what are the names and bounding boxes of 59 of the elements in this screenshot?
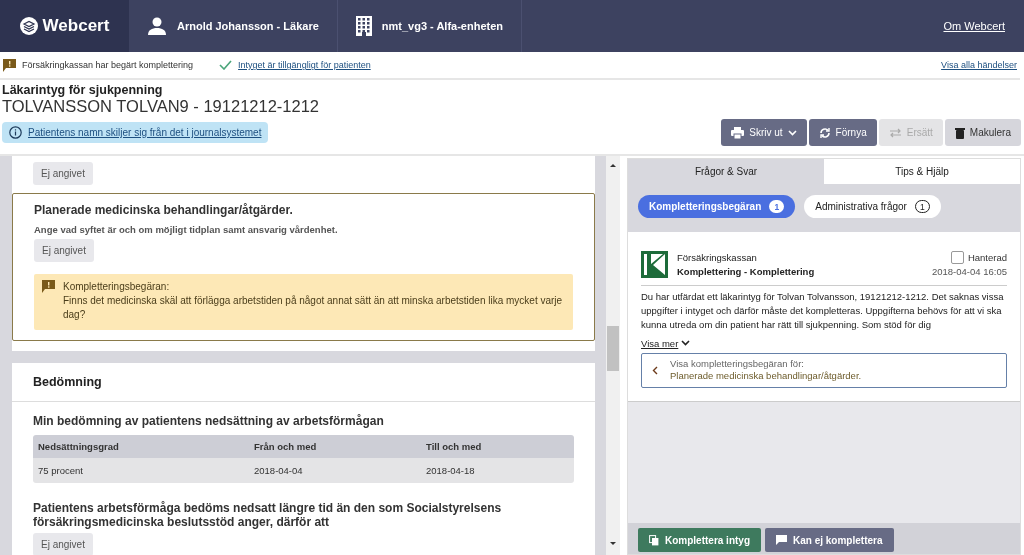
comment-icon xyxy=(776,535,787,545)
message-body: Du har utfärdat ett läkarintyg för Tolvan Tolvansson, 19121212-1212. Det saknas vissa uppgifter i intyget och därför måste det kompletteras. Uppgifterna behövs för att vi ska kunna utreda om din patient har rätt till sjukpenning. Som stöd för dig xyxy=(641,289,1005,332)
column-header: Till och med xyxy=(421,435,574,458)
user-name: Arnold Johansson - Läkare xyxy=(177,20,319,32)
question-hint: Ange vad syftet är och om möjligt tidplan samt ansvarig vårdenhet. xyxy=(34,224,339,235)
renew-button[interactable]: Förnya xyxy=(808,119,877,146)
question-title: Patientens arbetsförmåga bedöms nedsatt längre tid än den som Socialstyrelsens försäkringsmedicinska beslutsstöd anger, därför att xyxy=(33,501,503,529)
about-link[interactable]: Om Webcert xyxy=(943,20,1005,32)
scrollbar[interactable] xyxy=(606,156,620,555)
copy-icon xyxy=(649,534,659,546)
answer-value: Ej angivet xyxy=(33,533,93,555)
refresh-icon xyxy=(818,126,831,139)
table-cell: 2018-04-18 xyxy=(421,458,574,483)
swap-arrows-icon xyxy=(888,127,902,138)
sender-logo-icon xyxy=(641,251,668,278)
table-title: Min bedömning av patientens nedsättning av arbetsförmågan xyxy=(33,414,385,428)
discard-button[interactable]: Makulera xyxy=(944,119,1021,146)
trash-icon xyxy=(954,126,965,139)
all-events-link[interactable]: Visa alla händelser xyxy=(941,60,1017,70)
sender-name: Försäkringskassan xyxy=(677,251,758,265)
column-header: Nedsättningsgrad xyxy=(33,435,249,458)
chevron-left-icon xyxy=(652,365,658,375)
checkbox-label: Hanterad xyxy=(967,252,1007,263)
user-icon xyxy=(147,17,167,35)
request-reference-link[interactable]: Visa kompletteringsbegäran för: Planerade medicinska behandlingar/åtgärder. xyxy=(641,352,1007,389)
cannot-complement-button[interactable]: Kan ej komplettera xyxy=(765,528,894,552)
answer-value: Ej angivet xyxy=(34,239,94,262)
filter-pill[interactable]: Administrativa frågor 1 xyxy=(804,195,941,218)
printer-icon xyxy=(731,126,745,139)
complement-button[interactable]: Komplettera intyg xyxy=(638,528,761,552)
message-subject: Komplettering - Komplettering xyxy=(677,264,816,279)
handled-checkbox[interactable] xyxy=(950,251,964,264)
caret-icon xyxy=(681,340,691,347)
filter-pill[interactable]: Kompletteringsbegäran 1 xyxy=(638,195,796,218)
patient-name: TOLVANSSON TOLVAN9 - 19121212-1212 xyxy=(2,97,321,116)
unit-name: nmt_vg3 - Alfa-enheten xyxy=(381,20,504,32)
tab[interactable]: Tips & Hjälp xyxy=(824,159,1020,184)
table-cell: 75 procent xyxy=(33,458,249,483)
question-title: Planerade medicinska behandlingar/åtgärder. xyxy=(34,203,294,217)
answer-value: Ej angivet xyxy=(33,162,93,185)
event-text: Försäkringkassan har begärt komplettering xyxy=(22,60,194,70)
section-title: Bedömning xyxy=(12,363,595,402)
table-cell: 2018-04-04 xyxy=(249,458,421,483)
info-icon xyxy=(9,126,22,139)
logo-text: Webcert xyxy=(42,16,110,36)
request-label: Kompletteringsbegäran: xyxy=(63,280,171,294)
event-link[interactable]: Intyget är tillgängligt för patienten xyxy=(238,60,371,70)
checkmark-icon xyxy=(219,60,233,70)
certificate-type: Läkarintyg för sjukpenning xyxy=(2,83,164,97)
logo-icon xyxy=(19,17,38,35)
request-text: Finns det medicinska skäl att förlägga arbetstiden på något annat sätt än att minska arbetstiden lika mycket varje dag? xyxy=(63,294,564,322)
warning-flag-icon xyxy=(3,58,16,72)
warning-flag-icon xyxy=(42,280,55,293)
building-icon xyxy=(355,16,372,36)
notice-link[interactable]: Patientens namn skiljer sig från det i journalsystemet xyxy=(28,127,262,138)
message-date: 2018-04-04 16:05 xyxy=(932,266,1007,277)
column-header: Från och med xyxy=(249,435,421,458)
show-more-link[interactable]: Visa mer xyxy=(641,337,691,349)
print-button[interactable]: Skriv ut xyxy=(721,119,807,146)
